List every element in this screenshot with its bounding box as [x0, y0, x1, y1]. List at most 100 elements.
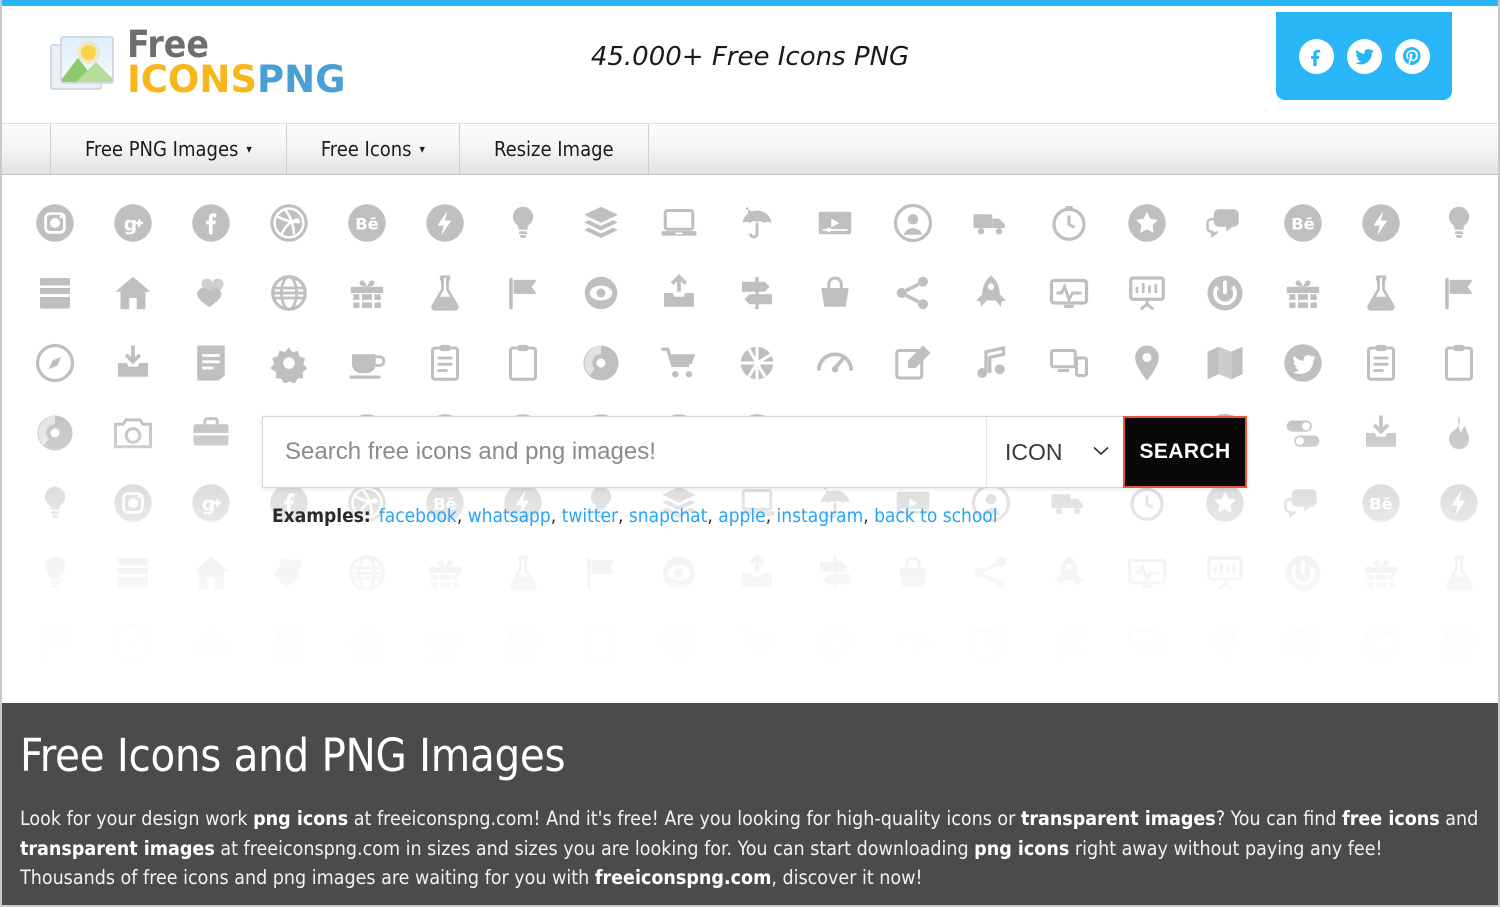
pattern-disc-icon: [94, 678, 172, 703]
footer-emphasis: png icons: [974, 836, 1070, 860]
pattern-facebook-icon: [172, 188, 250, 258]
search-input[interactable]: [262, 416, 986, 488]
pattern-map-icon: [1264, 608, 1342, 678]
pattern-umbrella-icon: [1108, 678, 1186, 703]
svg-text:g: g: [202, 495, 215, 516]
example-link-facebook[interactable]: facebook: [379, 505, 457, 527]
pattern-disc-icon: [562, 328, 640, 398]
pattern-flag-icon: [484, 258, 562, 328]
nav-item-free-icons[interactable]: Free Icons ▾: [285, 124, 460, 174]
pattern-clipboard-list-icon: [484, 608, 562, 678]
pattern-flask-icon: [406, 258, 484, 328]
search-area: ICONPNG SEARCH Examples: facebook, whatsa…: [262, 416, 1247, 527]
pattern-hearts-icon: [172, 258, 250, 328]
pattern-archive-box-icon: [16, 258, 94, 328]
chevron-down-icon: ▾: [246, 142, 252, 156]
example-link-twitter[interactable]: twitter: [562, 505, 618, 527]
pattern-layers-icon: [952, 678, 1030, 703]
pattern-star-circle-icon: [1108, 188, 1186, 258]
search-category-select[interactable]: ICONPNG: [987, 417, 1123, 487]
examples-row: Examples: facebook, whatsapp, twitter, sn…: [262, 505, 1247, 527]
pattern-toggles-icon: [1342, 678, 1420, 703]
pattern-lightbulb-icon: [484, 188, 562, 258]
pattern-toggles-icon: [1264, 398, 1342, 468]
pattern-power-icon: [1264, 538, 1342, 608]
search-button[interactable]: SEARCH: [1123, 416, 1247, 488]
pattern-chat-bubbles-icon: [1264, 468, 1342, 538]
pattern-briefcase-icon: [172, 398, 250, 468]
pattern-instagram-icon: [16, 188, 94, 258]
pattern-home-icon: [94, 258, 172, 328]
examples-links: facebook, whatsapp, twitter, snapchat, a…: [379, 505, 998, 527]
example-link-apple[interactable]: apple: [718, 505, 765, 527]
svg-text:Bē: Bē: [355, 214, 378, 233]
search-row: ICONPNG SEARCH: [262, 416, 1247, 488]
footer-text: at freeiconspng.com! And it's free! Are …: [348, 807, 1021, 830]
pattern-flash-icon: [1420, 468, 1498, 538]
pattern-signpost-icon: [796, 538, 874, 608]
facebook-icon[interactable]: [1298, 38, 1334, 74]
pattern-camera-icon: [172, 678, 250, 703]
pattern-flask-icon: [484, 538, 562, 608]
pattern-instagram-icon: [94, 468, 172, 538]
pattern-flask-icon: [1342, 258, 1420, 328]
pattern-rocket-icon: [952, 258, 1030, 328]
footer-emphasis: transparent images: [20, 836, 215, 860]
pattern-laptop-icon: [640, 188, 718, 258]
pattern-disc-icon: [640, 608, 718, 678]
example-link-back-to-school[interactable]: back to school: [874, 505, 997, 527]
pattern-music-note-icon: [1030, 608, 1108, 678]
pattern-twitter-circle-icon: [1342, 608, 1420, 678]
pattern-aperture-icon: [718, 328, 796, 398]
pattern-compass-icon: [16, 328, 94, 398]
pattern-speedometer-icon: [874, 608, 952, 678]
pattern-dribbble-icon: [250, 188, 328, 258]
pattern-video-player-icon: [796, 188, 874, 258]
pattern-upload-tray-icon: [718, 538, 796, 608]
footer-emphasis: transparent images: [1020, 807, 1216, 830]
pattern-clipboard-icon: [1420, 328, 1498, 398]
example-link-snapchat[interactable]: snapchat: [629, 505, 707, 527]
pattern-google-plus-icon: g: [94, 188, 172, 258]
pattern-google-plus-icon: g: [484, 678, 562, 703]
twitter-icon[interactable]: [1346, 38, 1382, 74]
pattern-lightbulb-icon: [16, 468, 94, 538]
nav-item-resize-image[interactable]: Resize Image: [458, 124, 649, 174]
pattern-share-icon: [952, 538, 1030, 608]
pattern-user-circle-icon: [1264, 678, 1342, 703]
pinterest-icon[interactable]: [1394, 38, 1430, 74]
pattern-flash-icon: [406, 188, 484, 258]
pattern-presentation-icon: [1108, 258, 1186, 328]
pattern-eye-circle-icon: [562, 258, 640, 328]
example-link-whatsapp[interactable]: whatsapp: [468, 505, 551, 527]
pattern-clipboard-list-icon: [1342, 328, 1420, 398]
nav-item-free-png-images[interactable]: Free PNG Images ▾: [50, 124, 287, 174]
pattern-behance-icon: Bē: [1264, 188, 1342, 258]
pattern-flame-icon: [1420, 398, 1498, 468]
pattern-document-icon: [172, 328, 250, 398]
footer-emphasis: freeiconspng.com: [594, 866, 772, 890]
pattern-devices-icon: [1030, 328, 1108, 398]
pattern-lightbulb-icon: [874, 678, 952, 703]
nav-label: Free PNG Images: [85, 137, 239, 161]
pattern-gift-icon: [406, 538, 484, 608]
footer-emphasis: png icons: [253, 807, 349, 830]
main-navigation: Free PNG Images ▾ Free Icons ▾ Resize Im…: [2, 123, 1498, 175]
pattern-lightbulb-icon: [1420, 188, 1498, 258]
pattern-shopping-cart-icon: [718, 608, 796, 678]
separator: ,: [863, 505, 875, 527]
pattern-clipboard-icon: [16, 678, 94, 703]
pattern-flag-icon: [16, 608, 94, 678]
pattern-upload-tray-icon: [640, 258, 718, 328]
pattern-behance-icon: Bē: [718, 678, 796, 703]
pattern-instagram-icon: [406, 678, 484, 703]
pattern-basket-icon: [874, 538, 952, 608]
pattern-behance-icon: Bē: [328, 188, 406, 258]
svg-text:Bē: Bē: [1369, 494, 1392, 513]
svg-text:g: g: [124, 215, 137, 236]
example-link-instagram[interactable]: instagram: [777, 505, 864, 527]
pattern-gear-icon: [328, 608, 406, 678]
pattern-gift-icon: [1264, 258, 1342, 328]
pattern-eye-circle-icon: [640, 538, 718, 608]
pattern-home-icon: [172, 538, 250, 608]
